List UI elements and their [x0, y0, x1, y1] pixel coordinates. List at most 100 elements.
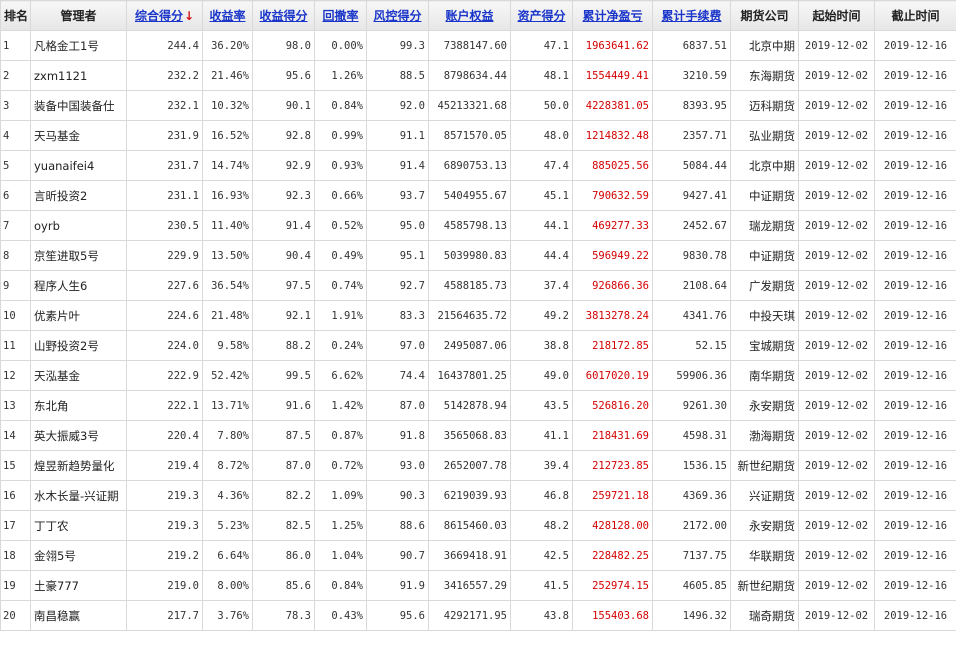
table-row: 12 天泓基金 222.9 52.42% 99.5 6.62% 74.4 16437801.2… [0, 360, 956, 391]
cell-fees: 1536.15 [652, 450, 731, 481]
cell-end-date: 2019-12-16 [874, 420, 956, 451]
cell-risk-score: 90.7 [366, 540, 429, 571]
cell-asset-score: 48.0 [510, 120, 573, 151]
table-row: 7 oyrb 230.5 11.40% 91.4 0.52% 95.0 4585798.13 4… [0, 210, 956, 241]
cell-fees: 2452.67 [652, 210, 731, 241]
cell-rank: 9 [0, 270, 31, 301]
cell-asset-score: 49.2 [510, 300, 573, 331]
cell-account-equity: 2495087.06 [428, 330, 511, 361]
cell-composite-score: 227.6 [126, 270, 203, 301]
cell-end-date: 2019-12-16 [874, 480, 956, 511]
cell-risk-score: 74.4 [366, 360, 429, 391]
cell-return-rate: 8.72% [202, 450, 253, 481]
cell-start-date: 2019-12-02 [798, 60, 875, 91]
cell-return-score: 92.9 [252, 150, 315, 181]
cell-end-date: 2019-12-16 [874, 600, 956, 631]
cell-net-pnl: 6017020.19 [572, 360, 653, 391]
table-row: 11 山野投资2号 224.0 9.58% 88.2 0.24% 97.0 2495087.0… [0, 330, 956, 361]
cell-manager-link[interactable]: zxm1121 [30, 60, 127, 91]
cell-manager-link[interactable]: 金翎5号 [30, 540, 127, 571]
cell-account-equity: 5142878.94 [428, 390, 511, 421]
cell-manager-link[interactable]: 英大振威3号 [30, 420, 127, 451]
header-sort-account-equity[interactable]: 账户权益 [428, 0, 511, 31]
cell-manager-link[interactable]: 天马基金 [30, 120, 127, 151]
cell-rank: 10 [0, 300, 31, 331]
cell-manager-link[interactable]: 优素片叶 [30, 300, 127, 331]
cell-drawdown-rate: 0.24% [314, 330, 367, 361]
header-sort-drawdown-rate[interactable]: 回撤率 [314, 0, 367, 31]
cell-account-equity: 8615460.03 [428, 510, 511, 541]
header-rank: 排名 [0, 0, 31, 31]
cell-manager-link[interactable]: yuanaifei4 [30, 150, 127, 181]
cell-return-rate: 9.58% [202, 330, 253, 361]
cell-end-date: 2019-12-16 [874, 540, 956, 571]
cell-return-rate: 21.46% [202, 60, 253, 91]
cell-drawdown-rate: 0.84% [314, 570, 367, 601]
cell-manager-link[interactable]: 丁丁农 [30, 510, 127, 541]
cell-end-date: 2019-12-16 [874, 60, 956, 91]
cell-account-equity: 8571570.05 [428, 120, 511, 151]
cell-composite-score: 232.2 [126, 60, 203, 91]
cell-composite-score: 219.3 [126, 510, 203, 541]
cell-start-date: 2019-12-02 [798, 480, 875, 511]
cell-manager-link[interactable]: oyrb [30, 210, 127, 241]
cell-manager-link[interactable]: 山野投资2号 [30, 330, 127, 361]
cell-futures-company: 新世纪期货 [730, 570, 799, 601]
cell-fees: 2108.64 [652, 270, 731, 301]
cell-manager-link[interactable]: 水木长量-兴证期 [30, 480, 127, 511]
cell-fees: 4369.36 [652, 480, 731, 511]
cell-account-equity: 21564635.72 [428, 300, 511, 331]
header-sort-return-score[interactable]: 收益得分 [252, 0, 315, 31]
cell-fees: 5084.44 [652, 150, 731, 181]
cell-fees: 9427.41 [652, 180, 731, 211]
cell-asset-score: 43.5 [510, 390, 573, 421]
cell-end-date: 2019-12-16 [874, 90, 956, 121]
cell-account-equity: 4585798.13 [428, 210, 511, 241]
cell-fees: 1496.32 [652, 600, 731, 631]
cell-manager-link[interactable]: 天泓基金 [30, 360, 127, 391]
cell-composite-score: 217.7 [126, 600, 203, 631]
cell-futures-company: 瑞龙期货 [730, 210, 799, 241]
header-sort-return-rate[interactable]: 收益率 [202, 0, 253, 31]
header-sort-net-pnl[interactable]: 累计净盈亏 [572, 0, 653, 31]
cell-risk-score: 83.3 [366, 300, 429, 331]
cell-manager-link[interactable]: 南昌稳赢 [30, 600, 127, 631]
cell-manager-link[interactable]: 京笙进取5号 [30, 240, 127, 271]
header-sort-asset-score[interactable]: 资产得分 [510, 0, 573, 31]
table-row: 18 金翎5号 219.2 6.64% 86.0 1.04% 90.7 3669418.91 4… [0, 540, 956, 571]
cell-net-pnl: 469277.33 [572, 210, 653, 241]
cell-rank: 8 [0, 240, 31, 271]
cell-return-score: 91.6 [252, 390, 315, 421]
header-sort-composite-score[interactable]: 综合得分↓ [126, 0, 203, 31]
cell-manager-link[interactable]: 装备中国装备仕 [30, 90, 127, 121]
cell-composite-score: 224.0 [126, 330, 203, 361]
cell-end-date: 2019-12-16 [874, 150, 956, 181]
header-sort-risk-score[interactable]: 风控得分 [366, 0, 429, 31]
cell-return-score: 92.1 [252, 300, 315, 331]
cell-manager-link[interactable]: 言昕投资2 [30, 180, 127, 211]
cell-return-score: 82.5 [252, 510, 315, 541]
cell-drawdown-rate: 6.62% [314, 360, 367, 391]
cell-end-date: 2019-12-16 [874, 240, 956, 271]
cell-manager-link[interactable]: 程序人生6 [30, 270, 127, 301]
cell-risk-score: 95.0 [366, 210, 429, 241]
cell-start-date: 2019-12-02 [798, 150, 875, 181]
cell-manager-link[interactable]: 东北角 [30, 390, 127, 421]
cell-account-equity: 4292171.95 [428, 600, 511, 631]
cell-return-score: 78.3 [252, 600, 315, 631]
cell-composite-score: 222.1 [126, 390, 203, 421]
cell-manager-link[interactable]: 煌昱新趋势量化 [30, 450, 127, 481]
cell-manager-link[interactable]: 土豪777 [30, 570, 127, 601]
cell-futures-company: 南华期货 [730, 360, 799, 391]
cell-drawdown-rate: 0.66% [314, 180, 367, 211]
cell-risk-score: 91.8 [366, 420, 429, 451]
cell-account-equity: 3416557.29 [428, 570, 511, 601]
cell-asset-score: 44.1 [510, 210, 573, 241]
header-sort-fees[interactable]: 累计手续费 [652, 0, 731, 31]
cell-manager-link[interactable]: 凡格金工1号 [30, 30, 127, 61]
cell-drawdown-rate: 1.26% [314, 60, 367, 91]
cell-rank: 7 [0, 210, 31, 241]
cell-risk-score: 97.0 [366, 330, 429, 361]
table-row: 4 天马基金 231.9 16.52% 92.8 0.99% 91.1 8571570.05 4… [0, 120, 956, 151]
cell-end-date: 2019-12-16 [874, 210, 956, 241]
